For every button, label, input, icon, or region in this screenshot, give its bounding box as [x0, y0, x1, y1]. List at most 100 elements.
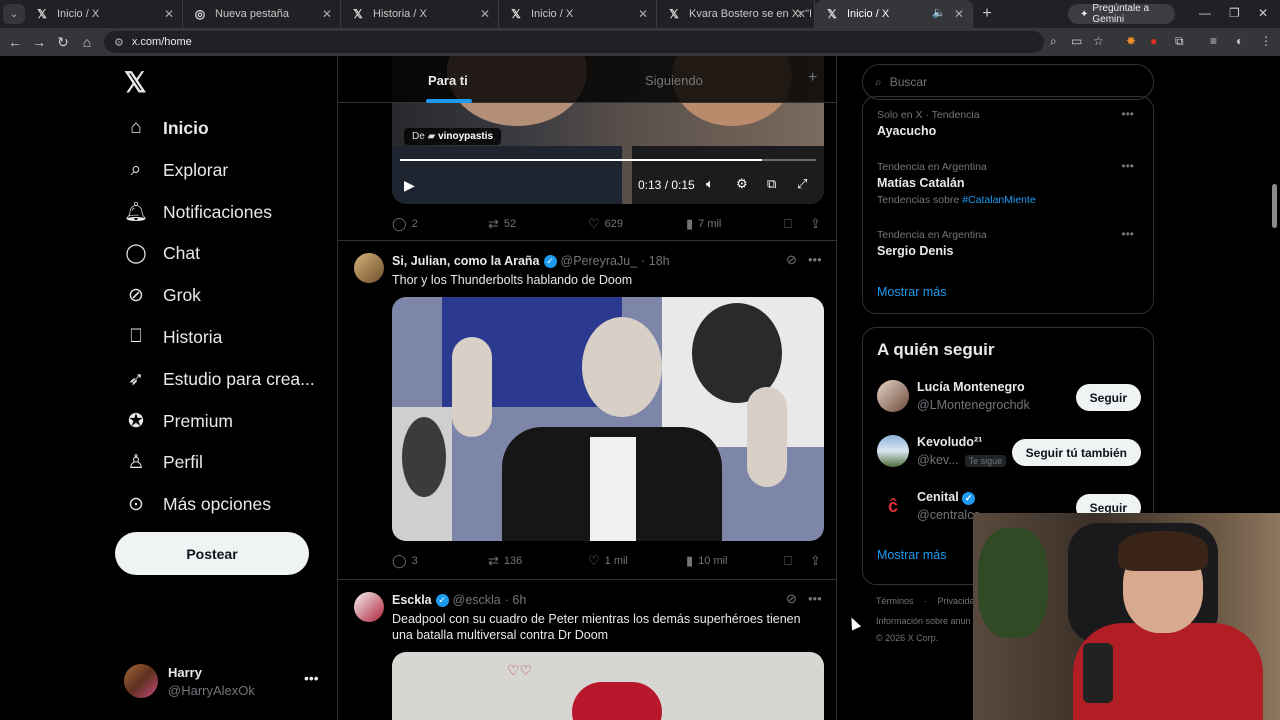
more-icon[interactable]: ••• [1121, 107, 1134, 121]
tweet-time[interactable]: · 6h [505, 593, 527, 607]
browser-tab[interactable]: 𝕏 Historia / X ✕ [341, 0, 499, 28]
video-source-label[interactable]: De ▰ vinoypastis [404, 128, 502, 145]
grok-icon[interactable]: ⊘ [786, 591, 797, 607]
reload-icon[interactable]: ↻ [51, 34, 75, 51]
repost-button[interactable]: ⇄ 52 [488, 216, 516, 232]
share-button[interactable]: ⇪ [810, 553, 826, 569]
browser-tab[interactable]: ◎ Nueva pestaña ✕ [183, 0, 341, 28]
volume-icon[interactable]: 🔈︎ [706, 176, 714, 192]
show-more-link[interactable]: Mostrar más [877, 285, 946, 299]
tweet-media[interactable] [392, 297, 824, 541]
follow-back-button[interactable]: Seguir tú también [1011, 439, 1141, 466]
scrollbar-thumb[interactable] [1272, 184, 1277, 228]
trend-item[interactable]: Tendencia en Argentina Matías Catalán Te… [877, 159, 1142, 206]
terms-link[interactable]: Términos [876, 596, 914, 606]
video-progress-bar[interactable] [400, 159, 816, 161]
extensions-puzzle-icon[interactable]: ⧉ [1175, 34, 1184, 49]
back-icon[interactable]: ← [3, 34, 27, 50]
tweet-media[interactable]: ♡♡ [392, 652, 824, 720]
ads-info-link[interactable]: Información sobre anun [876, 616, 971, 626]
account-switcher[interactable]: Harry @HarryAlexOk ••• [124, 662, 324, 702]
menu-icon[interactable]: ⋮ [1260, 34, 1272, 48]
url-input[interactable]: ⚙ x.com/home [104, 31, 1044, 53]
show-more-link[interactable]: Mostrar más [877, 548, 946, 562]
share-button[interactable]: ⇪ [810, 216, 826, 232]
sidebar-item-estudio[interactable]: ➶ Estudio para crea... [124, 359, 315, 399]
tweet-author-handle[interactable]: @esckla [453, 593, 501, 607]
media-icon[interactable]: ≡ [1210, 34, 1217, 48]
bookmark-button[interactable]: ⎕ [784, 553, 797, 569]
add-tab-icon[interactable]: + [808, 69, 817, 87]
trend-item[interactable]: Solo en X · Tendencia Ayacucho ••• [877, 107, 1142, 138]
new-tab-button[interactable]: + [973, 5, 1001, 23]
close-icon[interactable]: ✕ [164, 7, 174, 21]
minimize-icon[interactable]: — [1199, 6, 1211, 20]
hashtag-link[interactable]: #CatalanMiente [962, 194, 1036, 206]
tab-siguiendo[interactable]: Siguiendo [645, 73, 703, 88]
forward-icon[interactable]: → [27, 34, 51, 50]
profile-icon[interactable]: ◐ [1236, 34, 1243, 48]
follow-suggestion[interactable]: Kevoludo²¹ @kev... Te sigue Seguir tú tam… [877, 433, 1141, 473]
more-icon[interactable]: ••• [1121, 159, 1134, 173]
post-button[interactable]: Postear [115, 532, 309, 575]
tweet-author-name[interactable]: Si, Julian, como la Araña [392, 254, 540, 268]
grok-icon[interactable]: ⊘ [786, 252, 797, 268]
follow-button[interactable]: Seguir [1075, 384, 1141, 411]
restore-icon[interactable]: ❐ [1229, 6, 1240, 20]
home-icon[interactable]: ⌂ [75, 34, 99, 50]
sidebar-item-grok[interactable]: ⊘ Grok [124, 275, 201, 315]
tweet-author-name[interactable]: Esckla [392, 593, 432, 607]
reply-button[interactable]: ◯ 2 [392, 216, 418, 232]
pip-icon[interactable]: ⧉ [767, 176, 776, 192]
browser-tab[interactable]: 𝕏 Inicio / X ✕ [499, 0, 657, 28]
bookmark-button[interactable]: ⎕ [784, 216, 797, 232]
follow-suggestion[interactable]: Lucía Montenegro @LMontenegrochdk Seguir [877, 378, 1141, 418]
site-info-icon[interactable]: ⚙ [114, 36, 124, 49]
window-close-icon[interactable]: ✕ [1258, 6, 1268, 20]
avatar[interactable] [354, 253, 384, 283]
reply-button[interactable]: ◯ 3 [392, 553, 418, 569]
zoom-icon[interactable]: ⌕ [1050, 34, 1057, 49]
fullscreen-icon[interactable]: ⤢ [797, 176, 807, 192]
close-icon[interactable]: ✕ [322, 7, 332, 21]
browser-tab[interactable]: 𝕏 Kvara Bostero se en X: "Doom d ✕ [657, 0, 815, 28]
star-icon[interactable]: ☆ [1093, 34, 1104, 48]
extension-icon[interactable]: ● [1150, 34, 1157, 48]
more-icon[interactable]: ••• [304, 670, 319, 686]
settings-icon[interactable]: ⚙ [736, 176, 748, 192]
cast-icon[interactable]: ▭ [1071, 34, 1082, 48]
views-button[interactable]: ▮ 10 mil [686, 553, 728, 569]
tab-search-icon[interactable]: ⌄ [3, 4, 25, 24]
close-icon[interactable]: ✕ [638, 7, 648, 21]
close-icon[interactable]: ✕ [480, 7, 490, 21]
sidebar-item-premium[interactable]: ✪ Premium [124, 401, 233, 441]
x-logo-icon[interactable]: 𝕏 [124, 66, 147, 99]
tweet-author-handle[interactable]: @PereyraJu_ [561, 254, 638, 268]
extension-icon[interactable]: ✸ [1126, 34, 1136, 48]
browser-tab[interactable]: 𝕏 Inicio / X ✕ [25, 0, 183, 28]
avatar[interactable] [354, 592, 384, 622]
more-icon[interactable]: ••• [808, 252, 822, 267]
more-icon[interactable]: ••• [808, 591, 822, 606]
close-icon[interactable]: ✕ [954, 7, 964, 21]
search-input[interactable]: ⌕ Buscar [862, 64, 1154, 100]
tab-para-ti[interactable]: Para ti [428, 73, 468, 88]
like-button[interactable]: ♡ 1 mil [588, 553, 628, 569]
sidebar-item-historia[interactable]: ⎕ Historia [124, 317, 222, 357]
sidebar-item-perfil[interactable]: ♙ Perfil [124, 442, 202, 482]
repost-button[interactable]: ⇄ 136 [488, 553, 522, 569]
sidebar-item-chat[interactable]: ◯ Chat [124, 233, 200, 273]
play-icon[interactable]: ▶ [404, 177, 415, 194]
sidebar-item-notificaciones[interactable]: 🔔︎ Notificaciones [124, 192, 272, 232]
close-icon[interactable]: ✕ [796, 7, 806, 21]
like-button[interactable]: ♡ 629 [588, 216, 623, 232]
tweet-time[interactable]: · 18h [641, 254, 670, 268]
sidebar-item-explorar[interactable]: ⌕ Explorar [124, 150, 229, 190]
speaker-icon[interactable]: 🔈 [932, 6, 946, 19]
browser-tab-active[interactable]: 𝕏 Inicio / X 🔈 ✕ [815, 0, 973, 28]
views-button[interactable]: ▮ 7 mil [686, 216, 721, 232]
more-icon[interactable]: ••• [1121, 227, 1134, 241]
trend-item[interactable]: Tendencia en Argentina Sergio Denis ••• [877, 227, 1142, 258]
sidebar-item-inicio[interactable]: ⌂ Inicio [124, 108, 208, 148]
gemini-button[interactable]: ✦ Pregúntale a Gemini [1068, 3, 1175, 25]
